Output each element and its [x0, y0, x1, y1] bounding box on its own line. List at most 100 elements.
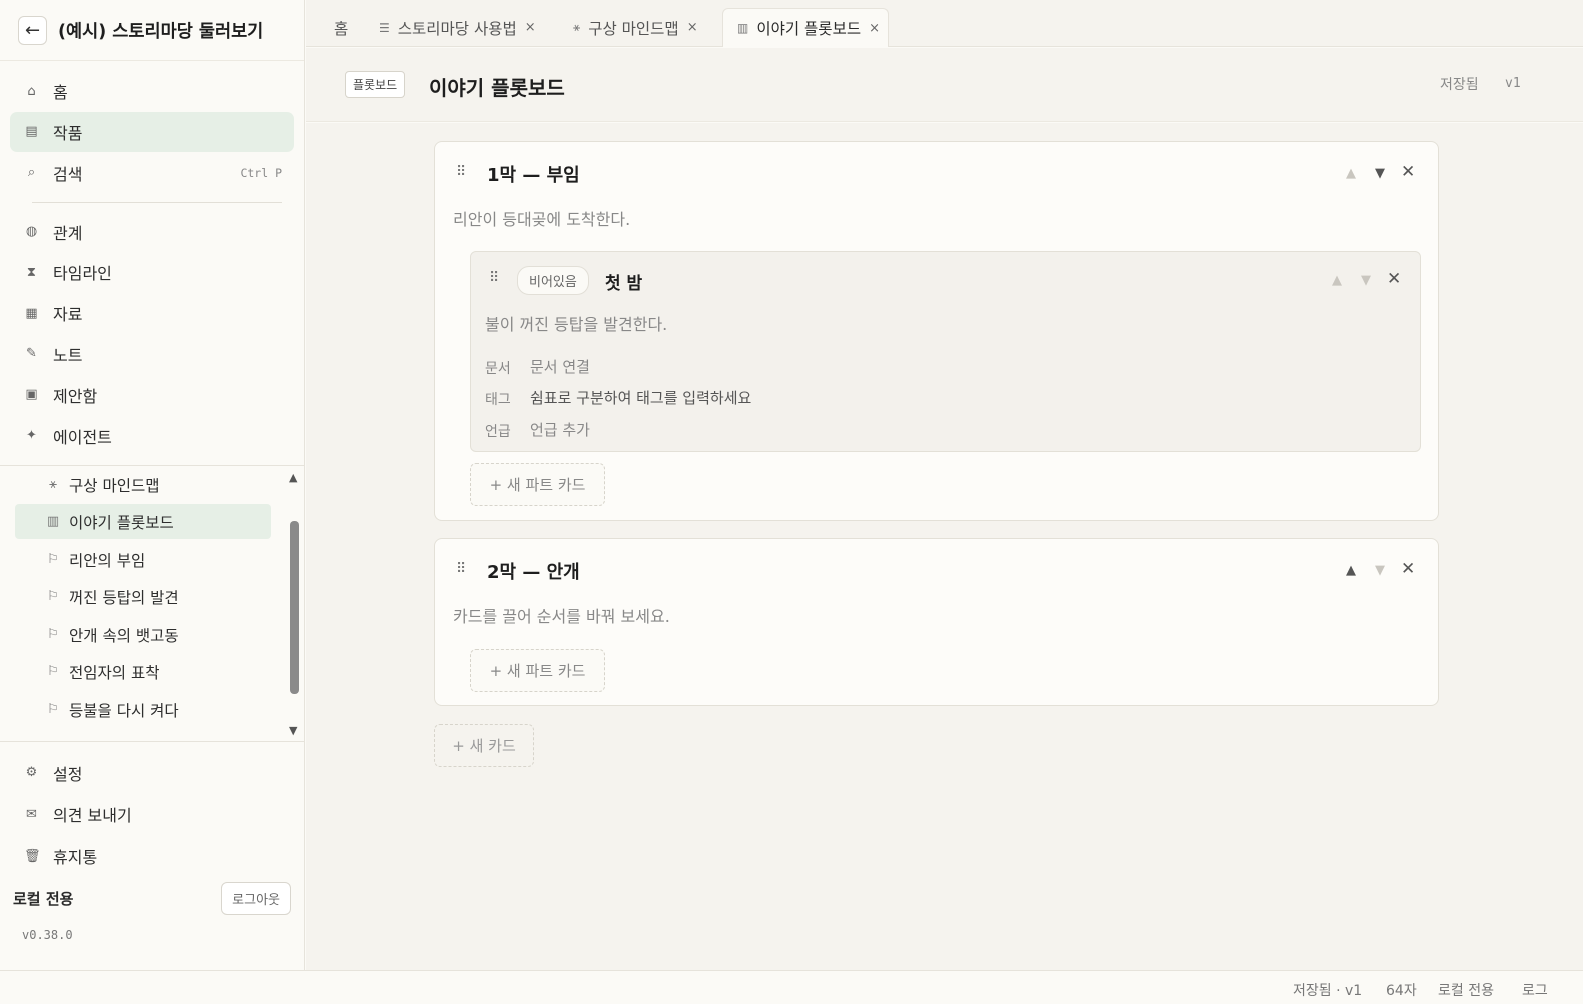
project-title: (예시) 스토리마당 둘러보기: [58, 21, 264, 42]
part-description[interactable]: 불이 꺼진 등탑을 발견한다.: [485, 311, 667, 335]
tab-close-icon[interactable]: ×: [525, 20, 536, 35]
move-up-icon[interactable]: ▲: [1346, 563, 1356, 578]
back-button[interactable]: ←: [18, 15, 47, 45]
status-badge[interactable]: 비어있음: [517, 266, 589, 295]
nav-item-relations[interactable]: ◍ 관계: [10, 212, 294, 252]
tab-home[interactable]: 홈: [334, 8, 348, 47]
button-label: + 새 카드: [452, 737, 516, 755]
local-only-label: 로컬 전용: [13, 889, 74, 908]
board-icon: ▥: [46, 514, 60, 529]
status-local-only: 로컬 전용: [1438, 983, 1494, 999]
tab-close-icon[interactable]: ×: [869, 21, 880, 36]
move-up-icon[interactable]: ▲: [1346, 166, 1356, 181]
pencil-icon: ✎: [26, 346, 37, 362]
tree-item-scene[interactable]: ⚐ 전임자의 표착: [15, 654, 271, 689]
card-description[interactable]: 리안이 등대곶에 도착한다.: [453, 206, 630, 230]
plot-card[interactable]: ⠿ 2막 — 안개 ▲ ▼ ✕ 카드를 끌어 순서를 바꿔 보세요. + 새 파…: [434, 538, 1439, 706]
drag-handle-icon[interactable]: ⠿: [456, 561, 466, 577]
nav-item-label: 설정: [53, 764, 83, 784]
tab-bar: 홈 ☰ 스토리마당 사용법 × ⚹ 구상 마인드맵 × ▥ 이야기 플롯보드 ×: [306, 0, 1583, 47]
flag-icon: ⚐: [47, 702, 59, 717]
move-down-icon[interactable]: ▼: [1375, 166, 1385, 181]
card-title[interactable]: 1막 — 부임: [487, 161, 580, 187]
tree-item-plotboard[interactable]: ▥ 이야기 플롯보드: [15, 504, 271, 539]
tree-item-scene[interactable]: ⚐ 등불을 다시 켜다: [15, 692, 271, 727]
tab-label: 구상 마인드맵: [588, 19, 679, 38]
doc-type-badge: 플롯보드: [345, 71, 406, 98]
status-log-button[interactable]: 로그: [1522, 980, 1548, 1000]
nav-item-home[interactable]: ⌂ 홈: [10, 71, 294, 111]
status-char-count: 64자: [1386, 983, 1417, 999]
nav-item-trash[interactable]: 🗑 휴지통: [10, 836, 294, 877]
tree-item-label: 리안의 부임: [69, 551, 146, 570]
link-document-button[interactable]: 문서 연결: [530, 356, 590, 377]
part-title[interactable]: 첫 밤: [605, 269, 642, 294]
document-icon: ☰: [379, 20, 390, 35]
nav-item-materials[interactable]: ▦ 자료: [10, 293, 294, 333]
drag-handle-icon[interactable]: ⠿: [456, 164, 466, 180]
close-icon[interactable]: ✕: [1401, 162, 1415, 182]
sidebar: ← (예시) 스토리마당 둘러보기 ⌂ 홈 ▤ 작품 ⌕ 검색 Ctrl P ◍…: [0, 0, 305, 970]
nav-item-label: 의견 보내기: [53, 806, 132, 826]
nav-item-label: 작품: [53, 123, 83, 143]
nav-item-label: 관계: [53, 223, 83, 243]
move-down-icon[interactable]: ▼: [1361, 273, 1371, 288]
status-bar: 저장됨 · v1 64자 로컬 전용 로그: [0, 970, 1583, 1004]
tree-item-scene[interactable]: ⚐ 리안의 부임: [15, 542, 271, 577]
field-label-tags: 태그: [485, 392, 511, 408]
gear-icon: ⚙: [25, 765, 38, 780]
mail-icon: ✉: [26, 806, 37, 822]
add-mention-button[interactable]: 언급 추가: [530, 419, 590, 440]
account-row: 로컬 전용 로그아웃: [13, 881, 291, 915]
add-part-card-button[interactable]: + 새 파트 카드: [470, 463, 605, 506]
drag-handle-icon[interactable]: ⠿: [489, 270, 499, 286]
logout-button[interactable]: 로그아웃: [221, 881, 291, 915]
tree-item-label: 안개 속의 뱃고동: [69, 626, 179, 645]
save-status: 저장됨: [1440, 77, 1479, 93]
tree-item-scene[interactable]: ⚐ 꺼진 등탑의 발견: [15, 579, 271, 614]
tags-input[interactable]: 쉼표로 구분하여 태그를 입력하세요: [530, 387, 751, 408]
sidebar-header: ← (예시) 스토리마당 둘러보기: [0, 0, 304, 61]
move-down-icon[interactable]: ▼: [1375, 563, 1385, 578]
nav-item-label: 타임라인: [53, 264, 112, 284]
tree-item-label: 등불을 다시 켜다: [69, 701, 179, 720]
tree-scrollbar-thumb[interactable]: [290, 521, 299, 694]
close-icon[interactable]: ✕: [1401, 559, 1415, 579]
plot-card[interactable]: ⠿ 1막 — 부임 ▲ ▼ ✕ 리안이 등대곶에 도착한다. ⠿ 비어있음 첫 …: [434, 141, 1439, 521]
nav-item-notes[interactable]: ✎ 노트: [10, 334, 294, 374]
tree-item-mindmap[interactable]: ⚹ 구상 마인드맵: [15, 467, 271, 502]
nav-item-agent[interactable]: ✦ 에이전트: [10, 416, 294, 456]
nav-item-search[interactable]: ⌕ 검색 Ctrl P: [10, 153, 294, 193]
add-part-card-button[interactable]: + 새 파트 카드: [470, 649, 605, 692]
part-card[interactable]: ⠿ 비어있음 첫 밤 ▲ ▼ ✕ 불이 꺼진 등탑을 발견한다. 문서 문서 연…: [470, 251, 1421, 452]
nav-item-label: 자료: [53, 305, 83, 325]
nav-item-settings[interactable]: ⚙ 설정: [10, 752, 294, 793]
close-icon[interactable]: ✕: [1387, 269, 1401, 289]
field-label-document: 문서: [485, 361, 511, 377]
add-card-button[interactable]: + 새 카드: [434, 724, 534, 767]
scroll-down-arrow-icon[interactable]: ▼: [289, 724, 297, 737]
nav-item-feedback[interactable]: ✉ 의견 보내기: [10, 794, 294, 835]
nav-item-suggestions[interactable]: ▣ 제안함: [10, 375, 294, 415]
move-up-icon[interactable]: ▲: [1332, 273, 1342, 288]
nav-item-label: 검색: [53, 164, 83, 184]
main-nav: ⌂ 홈 ▤ 작품 ⌕ 검색 Ctrl P ◍ 관계 ⧗ 타임라인 ▦ 자료 ✎ …: [0, 61, 304, 456]
nav-item-works[interactable]: ▤ 작품: [10, 111, 294, 152]
tree-item-label: 구상 마인드맵: [69, 476, 160, 495]
card-title[interactable]: 2막 — 안개: [487, 558, 580, 584]
nav-item-timeline[interactable]: ⧗ 타임라인: [10, 252, 294, 292]
tree-item-label: 꺼진 등탑의 발견: [69, 588, 179, 607]
tab-guide[interactable]: ☰ 스토리마당 사용법 ×: [379, 8, 536, 47]
bottom-nav: ⚙ 설정 ✉ 의견 보내기 🗑 휴지통: [10, 752, 294, 877]
hourglass-icon: ⧗: [26, 264, 37, 280]
flag-icon: ⚐: [47, 627, 59, 642]
tree-item-scene[interactable]: ⚐ 안개 속의 뱃고동: [15, 617, 271, 652]
nav-item-label: 휴지통: [53, 848, 98, 868]
tab-mindmap[interactable]: ⚹ 구상 마인드맵 ×: [573, 8, 698, 47]
arrow-left-icon: ←: [24, 19, 41, 41]
card-description[interactable]: 카드를 끌어 순서를 바꿔 보세요.: [453, 603, 670, 627]
tab-plotboard[interactable]: ▥ 이야기 플롯보드 ×: [722, 8, 889, 47]
scroll-up-arrow-icon[interactable]: ▲: [289, 471, 297, 484]
tab-close-icon[interactable]: ×: [687, 20, 698, 35]
relations-icon: ◍: [25, 224, 38, 240]
